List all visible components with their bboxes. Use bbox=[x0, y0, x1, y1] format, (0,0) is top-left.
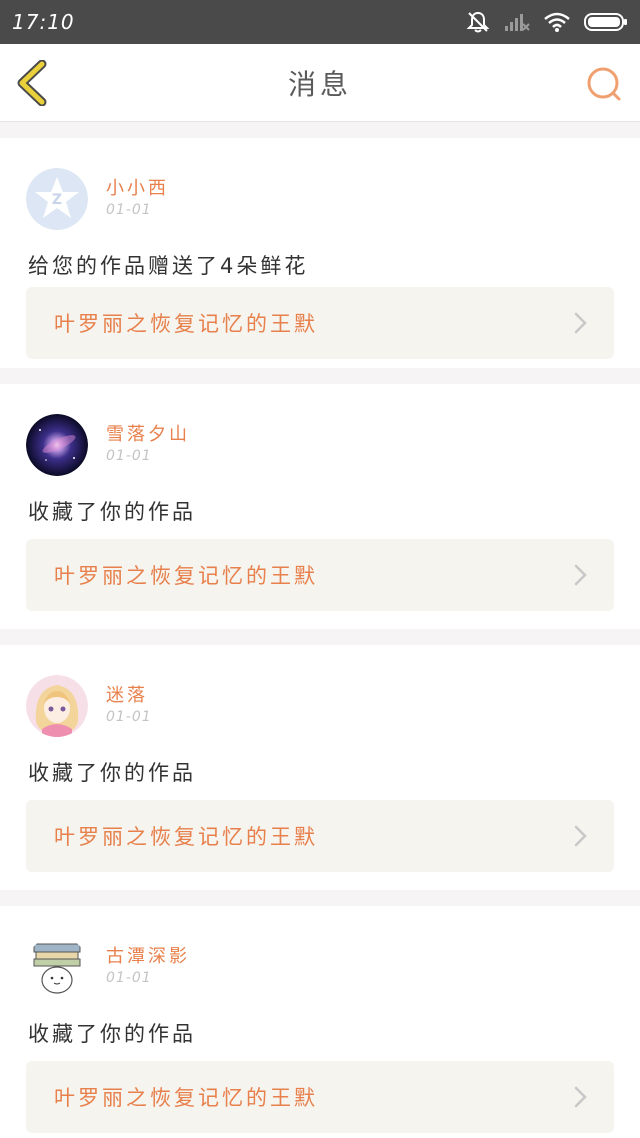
status-time: 17:10 bbox=[12, 10, 75, 34]
chevron-right-icon bbox=[574, 564, 587, 586]
signal-icon bbox=[504, 12, 530, 32]
avatar[interactable] bbox=[26, 936, 88, 998]
message-date: 01-01 bbox=[106, 202, 152, 218]
message-card: Z 小小西 01-01 给您的作品赠送了4朵鲜花 叶罗丽之恢复记忆的王默 bbox=[0, 138, 640, 368]
work-title: 叶罗丽之恢复记忆的王默 bbox=[54, 312, 318, 336]
back-chevron-icon bbox=[17, 59, 47, 107]
username[interactable]: 小小西 bbox=[106, 174, 169, 200]
work-title: 叶罗丽之恢复记忆的王默 bbox=[54, 825, 318, 849]
message-list: Z 小小西 01-01 给您的作品赠送了4朵鲜花 叶罗丽之恢复记忆的王默 雪落夕… bbox=[0, 122, 640, 1138]
username[interactable]: 雪落夕山 bbox=[106, 420, 190, 446]
message-text: 给您的作品赠送了4朵鲜花 bbox=[28, 254, 309, 278]
message-date: 01-01 bbox=[106, 970, 152, 986]
chevron-right-icon bbox=[574, 825, 587, 847]
svg-text:Z: Z bbox=[52, 192, 62, 208]
chevron-right-icon bbox=[574, 312, 587, 334]
message-date: 01-01 bbox=[106, 709, 152, 725]
avatar[interactable] bbox=[26, 675, 88, 737]
avatar[interactable]: Z bbox=[26, 168, 88, 230]
message-date: 01-01 bbox=[106, 448, 152, 464]
back-button[interactable] bbox=[14, 59, 54, 107]
search-button[interactable] bbox=[586, 66, 622, 102]
status-bar: 17:10 bbox=[0, 0, 640, 44]
username[interactable]: 古潭深影 bbox=[106, 942, 190, 968]
avatar[interactable] bbox=[26, 414, 88, 476]
nav-bar: 消息 bbox=[0, 44, 640, 122]
search-icon bbox=[587, 67, 621, 101]
work-title: 叶罗丽之恢复记忆的王默 bbox=[54, 564, 318, 588]
username[interactable]: 迷落 bbox=[106, 681, 148, 707]
page-title: 消息 bbox=[287, 67, 352, 101]
anime-girl-avatar-icon bbox=[26, 675, 88, 737]
message-card: 古潭深影 01-01 收藏了你的作品 叶罗丽之恢复记忆的王默 bbox=[0, 906, 640, 1138]
work-title: 叶罗丽之恢复记忆的王默 bbox=[54, 1086, 318, 1110]
message-text: 收藏了你的作品 bbox=[28, 761, 196, 785]
message-card: 迷落 01-01 收藏了你的作品 叶罗丽之恢复记忆的王默 bbox=[0, 645, 640, 890]
battery-icon bbox=[584, 12, 628, 32]
mute-icon bbox=[466, 11, 490, 33]
message-text: 收藏了你的作品 bbox=[28, 500, 196, 524]
qq-default-avatar-icon: Z bbox=[26, 168, 88, 230]
galaxy-avatar-icon bbox=[26, 414, 88, 476]
work-link[interactable]: 叶罗丽之恢复记忆的王默 bbox=[26, 539, 614, 611]
wifi-icon bbox=[544, 12, 570, 32]
status-icons bbox=[466, 11, 628, 33]
book-character-avatar-icon bbox=[26, 936, 88, 998]
chevron-right-icon bbox=[574, 1086, 587, 1108]
message-card: 雪落夕山 01-01 收藏了你的作品 叶罗丽之恢复记忆的王默 bbox=[0, 384, 640, 629]
work-link[interactable]: 叶罗丽之恢复记忆的王默 bbox=[26, 1061, 614, 1133]
message-text: 收藏了你的作品 bbox=[28, 1022, 196, 1046]
work-link[interactable]: 叶罗丽之恢复记忆的王默 bbox=[26, 800, 614, 872]
work-link[interactable]: 叶罗丽之恢复记忆的王默 bbox=[26, 287, 614, 359]
